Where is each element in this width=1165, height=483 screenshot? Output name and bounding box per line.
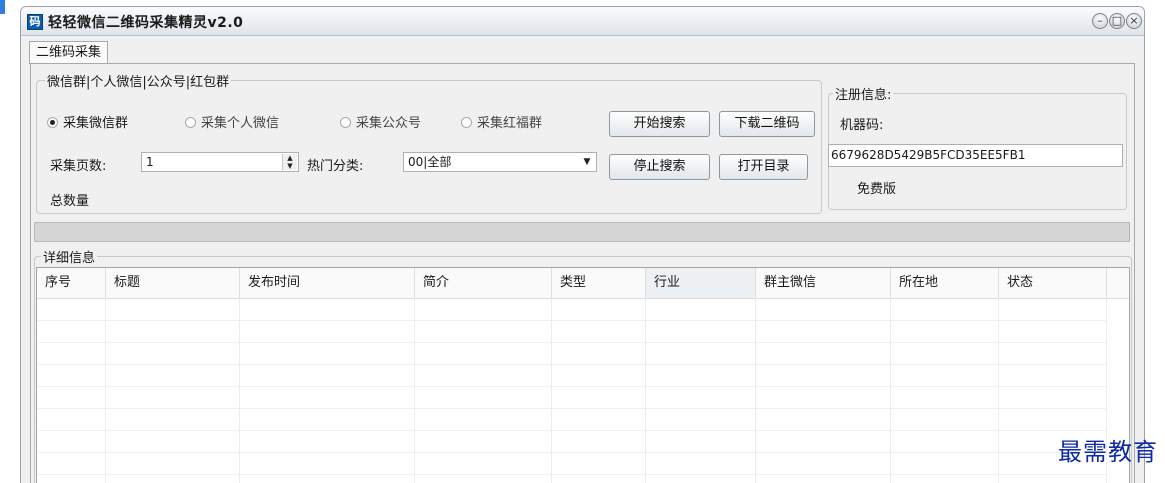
watermark-text: 最需教育 bbox=[1058, 438, 1158, 466]
search-group-legend: 微信群|个人微信|公众号|红包群 bbox=[45, 71, 232, 90]
machine-code-label: 机器码: bbox=[840, 118, 884, 133]
register-groupbox: 注册信息: 机器码: 6679628D5429B5FCD35EE5FB1 免费版 bbox=[828, 84, 1127, 210]
radio-official-account[interactable]: 采集公众号 bbox=[340, 115, 421, 133]
table-header: 序号 标题 发布时间 简介 类型 行业 群主微信 所在地 状态 bbox=[37, 268, 1129, 299]
main-window: 码 轻轻微信二维码采集精灵v2.0 – □ × 二维码采集 微信群|个人微信|公… bbox=[20, 6, 1145, 483]
radio-unchecked-icon bbox=[185, 117, 196, 128]
table-row-line bbox=[37, 474, 1107, 475]
column-divider bbox=[998, 298, 999, 483]
column-header-industry[interactable]: 行业 bbox=[646, 268, 756, 298]
window-title: 轻轻微信二维码采集精灵v2.0 bbox=[48, 15, 244, 31]
edition-label: 免费版 bbox=[857, 182, 897, 197]
table-row-line bbox=[37, 364, 1107, 365]
machine-code-field[interactable]: 6679628D5429B5FCD35EE5FB1 bbox=[828, 144, 1123, 167]
details-table[interactable]: 序号 标题 发布时间 简介 类型 行业 群主微信 所在地 状态 bbox=[36, 267, 1130, 483]
column-header-owner-wechat[interactable]: 群主微信 bbox=[756, 268, 891, 298]
column-divider bbox=[551, 298, 552, 483]
column-header-status[interactable]: 状态 bbox=[999, 268, 1107, 298]
radio-wechat-group[interactable]: 采集微信群 bbox=[47, 115, 128, 133]
tab-panel: 微信群|个人微信|公众号|红包群 采集微信群 采集个人微信 采集公众号 采集红福… bbox=[30, 63, 1135, 483]
radio-personal-wechat[interactable]: 采集个人微信 bbox=[185, 115, 279, 133]
column-divider bbox=[890, 298, 891, 483]
search-groupbox: 微信群|个人微信|公众号|红包群 采集微信群 采集个人微信 采集公众号 采集红福… bbox=[36, 71, 822, 214]
table-row-line bbox=[37, 430, 1107, 431]
column-header-location[interactable]: 所在地 bbox=[891, 268, 999, 298]
column-header-summary[interactable]: 简介 bbox=[415, 268, 552, 298]
table-row-line bbox=[37, 408, 1107, 409]
category-select[interactable]: 00|全部 ▼ bbox=[403, 152, 597, 172]
column-divider bbox=[414, 298, 415, 483]
download-qr-button[interactable]: 下载二维码 bbox=[719, 111, 815, 137]
radio-unchecked-icon bbox=[340, 117, 351, 128]
spinner-arrows-icon[interactable]: ▲ ▼ bbox=[282, 154, 297, 170]
title-bar[interactable]: 码 轻轻微信二维码采集精灵v2.0 – □ × bbox=[21, 7, 1144, 36]
column-header-title[interactable]: 标题 bbox=[106, 268, 240, 298]
total-count-label: 总数量 bbox=[50, 194, 90, 209]
table-row-line bbox=[37, 320, 1107, 321]
category-label: 热门分类: bbox=[307, 159, 364, 174]
stop-search-button[interactable]: 停止搜索 bbox=[609, 154, 710, 180]
pages-stepper[interactable]: 1 ▲ ▼ bbox=[141, 152, 299, 172]
search-progress-bar bbox=[34, 222, 1130, 242]
radio-unchecked-icon bbox=[461, 117, 472, 128]
tab-qr-collect[interactable]: 二维码采集 bbox=[29, 41, 109, 64]
column-divider bbox=[105, 298, 106, 483]
maximize-icon[interactable]: □ bbox=[1109, 13, 1125, 29]
column-divider bbox=[645, 298, 646, 483]
table-row-line bbox=[37, 386, 1107, 387]
minimize-icon[interactable]: – bbox=[1092, 13, 1108, 29]
close-icon[interactable]: × bbox=[1126, 13, 1142, 29]
radio-red-packet-group[interactable]: 采集红福群 bbox=[461, 115, 542, 133]
register-group-legend: 注册信息: bbox=[833, 84, 894, 103]
radio-checked-icon bbox=[47, 117, 58, 128]
table-row-line bbox=[37, 342, 1107, 343]
start-search-button[interactable]: 开始搜索 bbox=[609, 111, 710, 137]
pages-label: 采集页数: bbox=[50, 159, 107, 174]
open-folder-button[interactable]: 打开目录 bbox=[719, 154, 808, 180]
column-divider bbox=[239, 298, 240, 483]
qr-app-icon: 码 bbox=[27, 14, 43, 30]
details-group-legend: 详细信息 bbox=[41, 247, 98, 266]
column-header-index[interactable]: 序号 bbox=[37, 268, 106, 298]
screen-corner-marker bbox=[0, 0, 5, 14]
column-divider bbox=[755, 298, 756, 483]
column-header-type[interactable]: 类型 bbox=[552, 268, 646, 298]
chevron-down-icon[interactable]: ▼ bbox=[579, 154, 595, 170]
table-row-line bbox=[37, 452, 1107, 453]
column-header-publish-time[interactable]: 发布时间 bbox=[240, 268, 415, 298]
